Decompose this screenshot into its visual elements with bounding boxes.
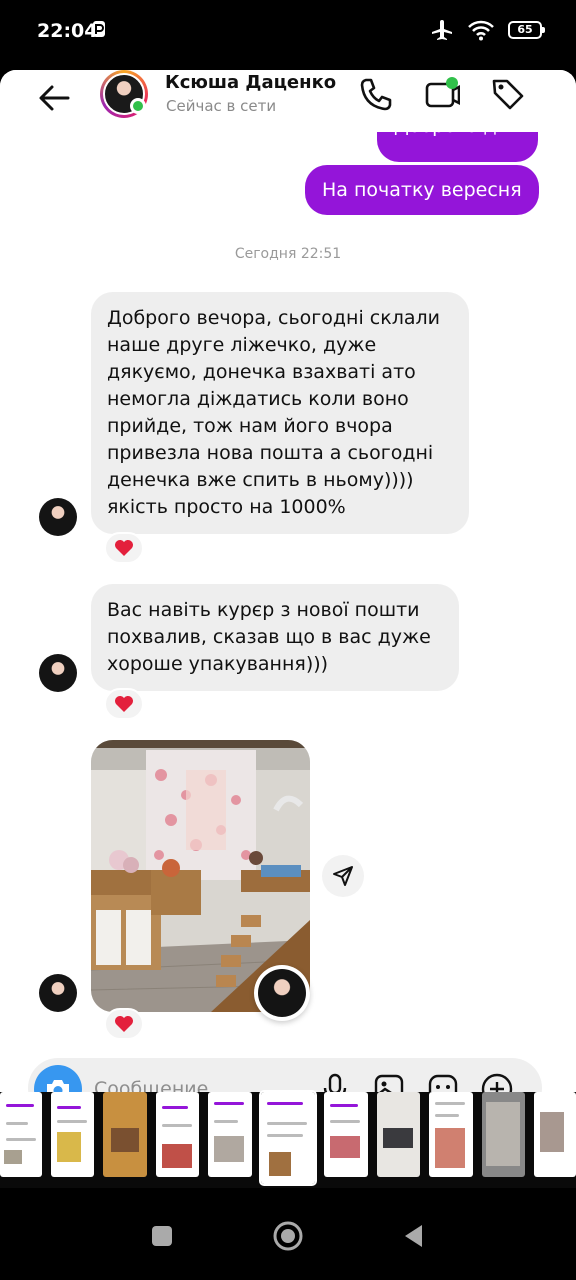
gallery-icon[interactable]: [372, 1072, 406, 1092]
camera-button[interactable]: [34, 1065, 82, 1092]
heart-icon: [115, 696, 133, 712]
sticker-icon[interactable]: [426, 1072, 460, 1092]
tag-icon[interactable]: [490, 76, 526, 112]
thumbnail[interactable]: [51, 1092, 94, 1177]
status-bar: 22:04 65: [0, 0, 576, 64]
sender-avatar[interactable]: [39, 498, 77, 536]
video-call-icon[interactable]: [424, 76, 460, 112]
outgoing-message[interactable]: На початку вересня: [305, 165, 539, 215]
back-arrow-icon[interactable]: [34, 78, 74, 118]
chat-header: Ксюша Даценко Сейчас в сети: [0, 70, 576, 132]
status-time: 22:04: [37, 20, 98, 42]
heart-reaction[interactable]: [104, 688, 144, 720]
thumbnail[interactable]: [429, 1092, 473, 1177]
thumbnail[interactable]: [103, 1092, 147, 1177]
share-icon: [333, 866, 353, 886]
sender-avatar[interactable]: [39, 974, 77, 1012]
incoming-message[interactable]: Вас навіть курєр з нової пошти похвалив,…: [91, 584, 459, 691]
incoming-message[interactable]: Доброго вечора, сьогодні склали наше дру…: [91, 292, 469, 534]
contact-name[interactable]: Ксюша Даценко: [165, 72, 336, 93]
thumbnail[interactable]: [534, 1092, 576, 1177]
seen-by-avatar: [254, 965, 310, 1021]
recent-apps-button[interactable]: [148, 1222, 176, 1250]
mic-icon[interactable]: [318, 1072, 352, 1092]
phone-icon[interactable]: [358, 76, 394, 112]
plus-icon[interactable]: [480, 1072, 514, 1092]
message-composer: [28, 1058, 542, 1092]
heart-reaction[interactable]: [104, 532, 144, 564]
home-button[interactable]: [272, 1220, 304, 1252]
chat-screen: Ксюша Даценко Сейчас в сети Доброго дня …: [0, 70, 576, 1092]
back-button[interactable]: [400, 1222, 428, 1250]
airplane-icon: [432, 20, 452, 40]
thumbnail[interactable]: [208, 1092, 252, 1177]
share-photo-button[interactable]: [322, 855, 364, 897]
heart-reaction[interactable]: [104, 1008, 144, 1040]
system-navigation-bar: [0, 1188, 576, 1280]
camera-icon: [47, 1080, 69, 1092]
sender-avatar[interactable]: [39, 654, 77, 692]
chat-timestamp: Сегодня 22:51: [234, 246, 342, 262]
online-indicator: [130, 98, 146, 114]
app-notification-icon: [93, 21, 105, 37]
contact-status: Сейчас в сети: [166, 97, 277, 115]
heart-icon: [115, 1016, 133, 1032]
battery-indicator: 65: [508, 21, 545, 39]
thumbnail[interactable]: [156, 1092, 199, 1177]
wifi-icon: [468, 20, 494, 41]
thumbnail-current[interactable]: [259, 1090, 317, 1186]
thumbnail[interactable]: [377, 1092, 420, 1177]
message-input[interactable]: [94, 1072, 314, 1092]
screenshot-thumbnail-strip: [0, 1090, 576, 1188]
thumbnail[interactable]: [482, 1092, 525, 1177]
thumbnail[interactable]: [324, 1092, 368, 1177]
thumbnail[interactable]: [0, 1092, 42, 1177]
heart-icon: [115, 540, 133, 556]
